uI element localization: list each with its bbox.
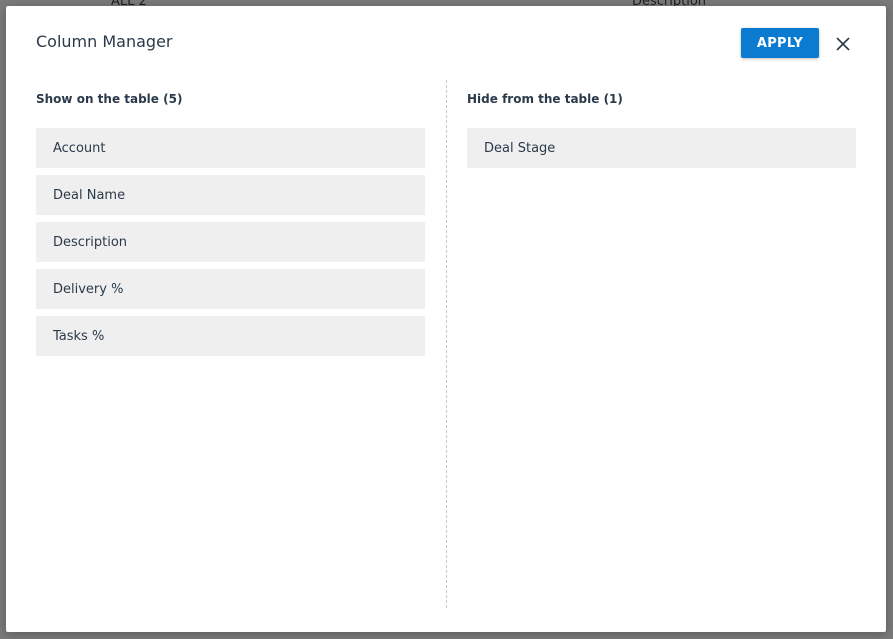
column-item-tasks[interactable]: Tasks % <box>36 316 425 356</box>
column-item-deal-stage[interactable]: Deal Stage <box>467 128 856 168</box>
column-item-deal-name[interactable]: Deal Name <box>36 175 425 215</box>
column-item-delivery[interactable]: Delivery % <box>36 269 425 309</box>
column-divider <box>446 80 447 608</box>
apply-button[interactable]: APPLY <box>741 28 819 58</box>
dialog-title: Column Manager <box>36 32 173 51</box>
hide-column-list: Deal Stage <box>467 128 856 168</box>
hide-from-table-column: Hide from the table (1) Deal Stage <box>467 80 856 175</box>
column-item-description[interactable]: Description <box>36 222 425 262</box>
show-on-table-column: Show on the table (5) Account Deal Name … <box>36 80 425 363</box>
close-button[interactable] <box>834 35 852 53</box>
column-manager-dialog: Column Manager APPLY Show on the table (… <box>6 6 886 632</box>
show-column-heading: Show on the table (5) <box>36 92 183 106</box>
close-icon <box>836 37 850 51</box>
hide-column-heading: Hide from the table (1) <box>467 92 623 106</box>
show-column-list: Account Deal Name Description Delivery %… <box>36 128 425 356</box>
column-item-account[interactable]: Account <box>36 128 425 168</box>
